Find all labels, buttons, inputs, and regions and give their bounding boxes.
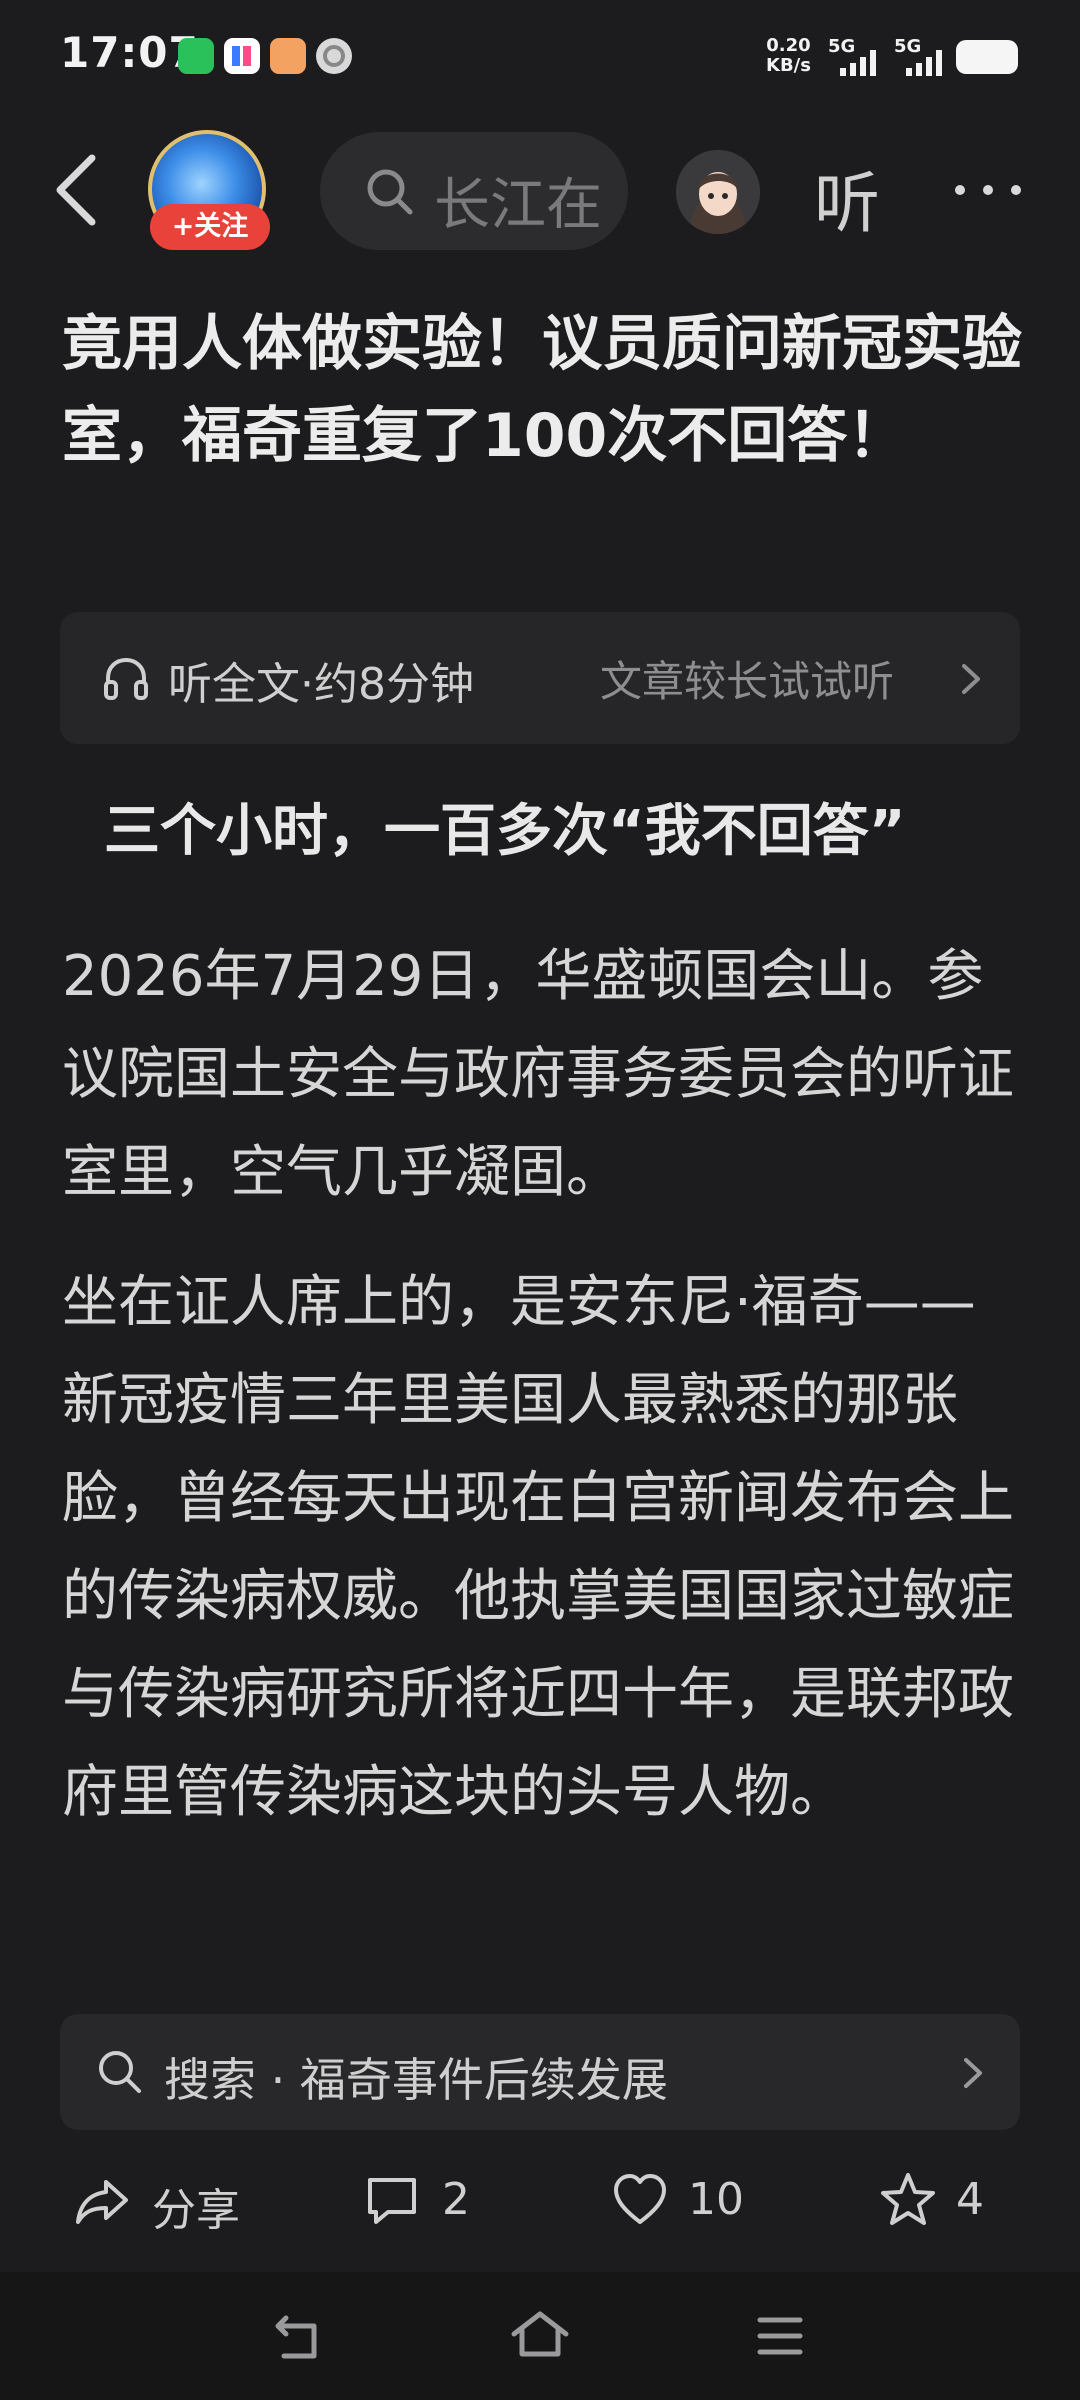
network-speed: 0.20 KB/s xyxy=(766,36,811,76)
article-title: 竟用人体做实验！议员质问新冠实验室，福奇重复了100次不回答！ xyxy=(62,309,1022,471)
settings-app-icon xyxy=(316,38,352,74)
wechat-app-icon xyxy=(178,38,214,74)
search-icon xyxy=(99,2051,141,2093)
search-input[interactable]: 长江在 xyxy=(320,132,628,250)
heart-icon xyxy=(614,2174,666,2224)
like-count: 10 xyxy=(688,2174,744,2225)
chevron-right-icon xyxy=(962,664,980,694)
article-subheading: 三个小时，一百多次“我不回答” xyxy=(104,799,906,864)
listen-suggestion-text: 文章较长试试听 xyxy=(600,657,895,706)
douyin-app-icon xyxy=(270,38,306,74)
comment-button[interactable]: 2 xyxy=(362,2160,502,2240)
article-paragraph-2: 坐在证人席上的，是安东尼·福奇——新冠疫情三年里美国人最熟悉的那张脸，曾经每天出… xyxy=(62,1270,1014,1825)
user-avatar[interactable] xyxy=(676,150,760,234)
search-placeholder: 长江在 xyxy=(434,173,602,238)
chevron-right-icon xyxy=(964,2058,982,2088)
publisher-avatar[interactable]: +关注 xyxy=(148,130,272,254)
signal-1-icon xyxy=(840,50,876,76)
system-menu-icon[interactable] xyxy=(748,2304,812,2368)
headphones-icon xyxy=(104,657,148,700)
network-speed-value: 0.20 xyxy=(766,35,811,56)
kwai-app-icon xyxy=(224,38,260,74)
share-button[interactable]: 分享 xyxy=(72,2160,252,2240)
favorite-button[interactable]: 4 xyxy=(878,2160,1008,2240)
battery-icon xyxy=(956,40,1018,74)
status-bar: 17:07 0.20 KB/s 5G 5G xyxy=(0,0,1080,116)
article-paragraph-1: 2026年7月29日，华盛顿国会山。参议院国土安全与政府事务委员会的听证室里，空… xyxy=(62,944,1014,1205)
comment-count: 2 xyxy=(442,2174,470,2225)
system-home-icon[interactable] xyxy=(508,2304,572,2368)
comment-icon xyxy=(368,2178,416,2224)
search-icon xyxy=(367,169,413,215)
avatar-illustration-icon xyxy=(676,150,760,234)
listen-button[interactable]: 听 xyxy=(814,150,880,246)
back-button[interactable] xyxy=(48,150,108,230)
favorite-count: 4 xyxy=(956,2174,984,2225)
related-search-button[interactable]: 搜索 · 福奇事件后续发展 xyxy=(60,2014,1020,2130)
related-search-text: 搜索 · 福奇事件后续发展 xyxy=(164,2053,668,2107)
follow-button[interactable]: +关注 xyxy=(150,204,270,250)
network-speed-unit: KB/s xyxy=(766,55,811,76)
more-options-icon[interactable] xyxy=(948,160,1028,220)
listen-full-article-bar[interactable]: 听全文·约8分钟 文章较长试试听 xyxy=(60,612,1020,744)
share-icon xyxy=(76,2180,128,2224)
signal-2-icon xyxy=(906,50,942,76)
like-button[interactable]: 10 xyxy=(610,2160,770,2240)
star-icon xyxy=(881,2173,935,2225)
share-label: 分享 xyxy=(152,2185,240,2236)
listen-duration-text: 听全文·约8分钟 xyxy=(168,659,474,710)
system-back-icon[interactable] xyxy=(268,2304,332,2368)
